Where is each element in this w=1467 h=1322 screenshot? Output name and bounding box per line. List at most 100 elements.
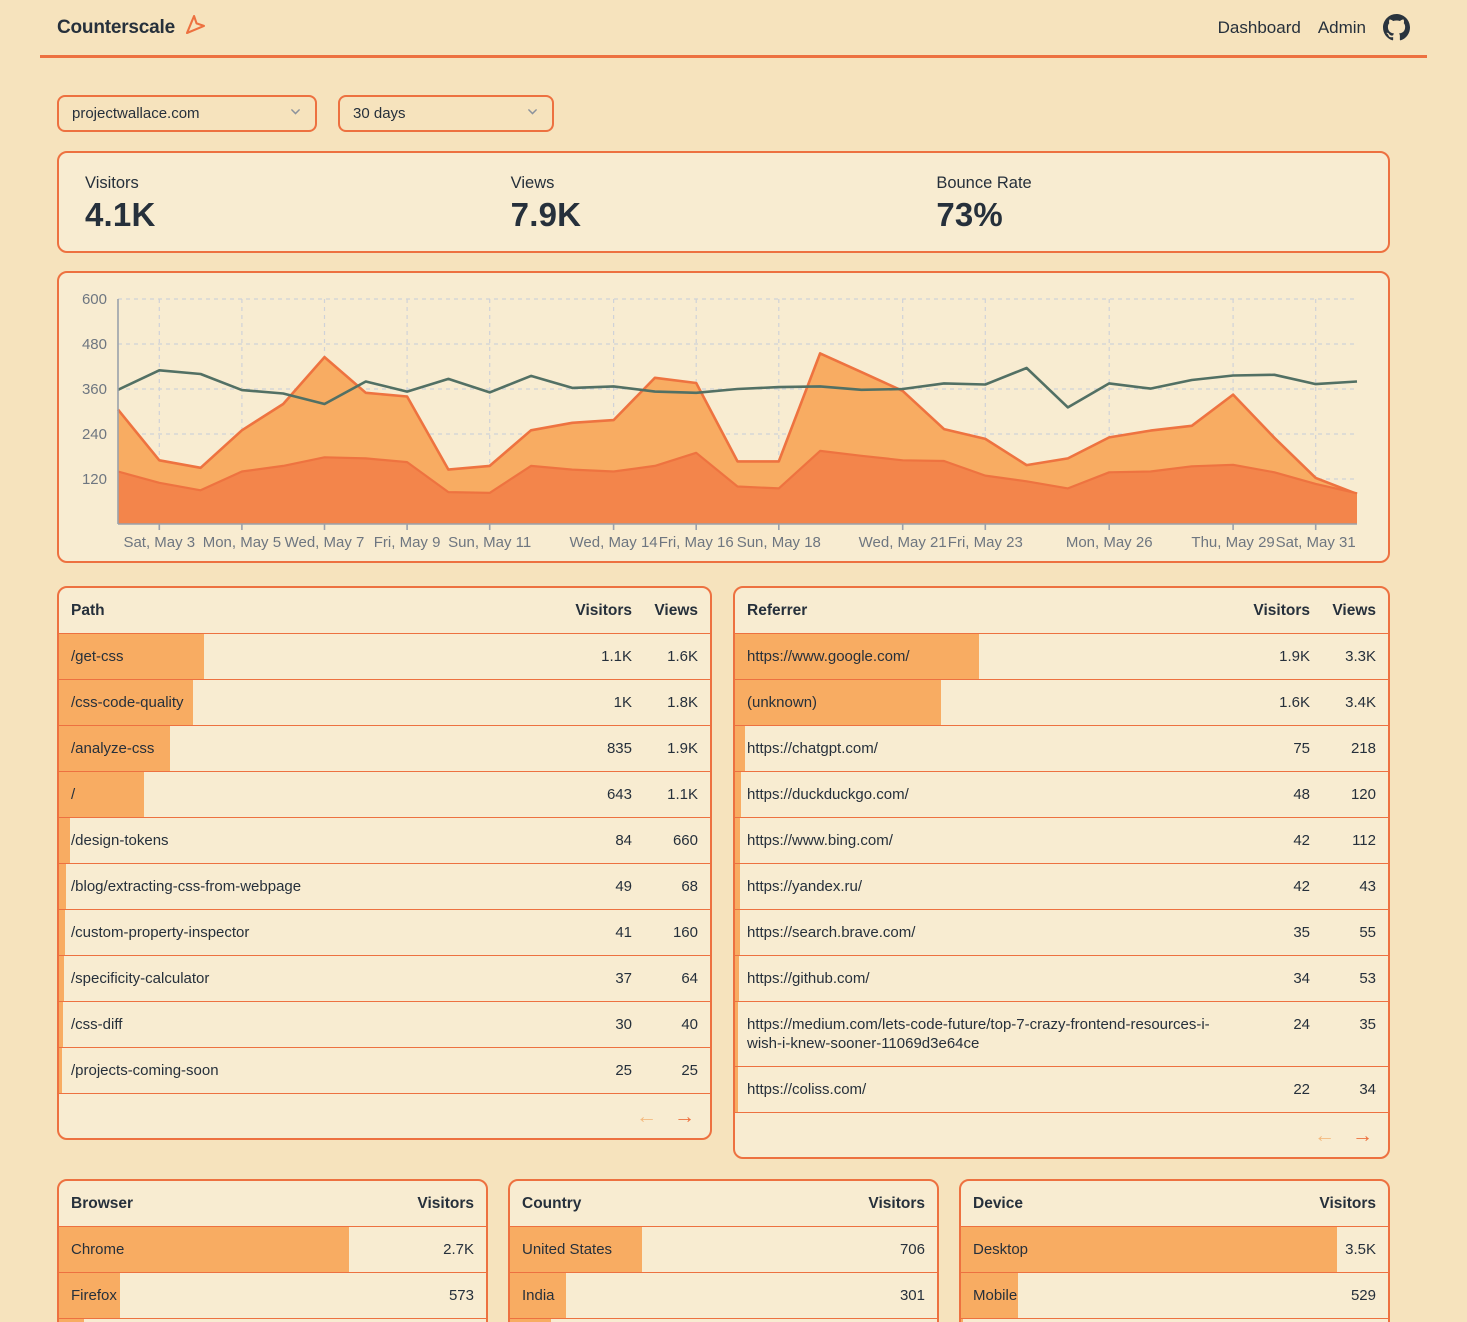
svg-text:Thu, May 29: Thu, May 29 [1191,534,1274,551]
table-row[interactable]: /get-css1.1K1.6K [59,633,710,679]
table-row[interactable]: https://www.google.com/1.9K3.3K [735,633,1388,679]
row-label: https://yandex.ru/ [747,877,1226,896]
stat-label: Bounce Rate [936,174,1362,193]
table-row[interactable]: Spain220 [510,1318,937,1322]
table-pagination: ←→ [735,1112,1388,1157]
table-row[interactable]: /css-diff3040 [59,1001,710,1047]
countries-table-card: CountryVisitorsUnited States706India301S… [508,1179,939,1322]
row-label: https://github.com/ [747,969,1226,988]
row-label: /get-css [71,647,548,666]
brand[interactable]: Counterscale [57,13,207,42]
row-label: /specificity-calculator [71,969,548,988]
github-icon[interactable] [1383,14,1410,41]
table-row[interactable]: United States706 [510,1226,937,1272]
row-label: Chrome [71,1240,382,1259]
svg-text:240: 240 [82,426,107,443]
table-row[interactable]: Desktop3.5K [961,1226,1388,1272]
table-row[interactable]: /projects-coming-soon2525 [59,1047,710,1093]
row-label: Mobile [973,1286,1284,1305]
views-value: 1.1K [632,785,698,804]
column-header: Visitors [548,602,632,620]
table-row[interactable]: https://www.bing.com/42112 [735,817,1388,863]
visitors-value: 301 [833,1286,925,1305]
table-row[interactable]: Firefox573 [59,1272,486,1318]
column-header: Visitors [1226,602,1310,620]
table-row[interactable]: India301 [510,1272,937,1318]
visitors-value: 835 [548,739,632,758]
svg-text:Sat, May 3: Sat, May 3 [123,534,195,551]
cursor-arrow-icon [183,13,207,42]
nav-dashboard-link[interactable]: Dashboard [1218,18,1301,38]
column-header: Visitors [833,1195,925,1213]
views-value: 660 [632,831,698,850]
views-value: 25 [632,1061,698,1080]
table-row[interactable]: /design-tokens84660 [59,817,710,863]
prev-page-arrow-icon[interactable]: ← [636,1106,657,1127]
traffic-chart: 120240360480600Sat, May 3Mon, May 5Wed, … [59,273,1388,561]
visitors-value: 1.6K [1226,693,1310,712]
table-row[interactable]: https://duckduckgo.com/48120 [735,771,1388,817]
visitors-value: 75 [1226,739,1310,758]
visitors-value: 49 [548,877,632,896]
visitors-bar [735,726,745,771]
table-row[interactable]: /custom-property-inspector41160 [59,909,710,955]
visitors-bar [735,772,741,817]
table-row[interactable]: /analyze-css8351.9K [59,725,710,771]
row-label: https://search.brave.com/ [747,923,1226,942]
visitors-value: 25 [548,1061,632,1080]
chevron-down-icon [526,105,539,122]
table-row[interactable]: https://search.brave.com/3555 [735,909,1388,955]
visitors-value: 529 [1284,1286,1376,1305]
views-value: 1.9K [632,739,698,758]
table-row[interactable]: https://github.com/3453 [735,955,1388,1001]
column-header: Views [1310,602,1376,620]
table-row[interactable]: https://chatgpt.com/75218 [735,725,1388,771]
table-row[interactable]: /specificity-calculator3764 [59,955,710,1001]
visitors-bar [735,864,740,909]
views-value: 55 [1310,923,1376,942]
visitors-bar [59,1002,63,1047]
site-select[interactable]: projectwallace.com [57,95,317,132]
brand-name: Counterscale [57,17,175,39]
next-page-arrow-icon[interactable]: → [674,1106,695,1127]
filters-bar: projectwallace.com 30 days [57,95,1390,132]
table-row[interactable]: /css-code-quality1K1.8K [59,679,710,725]
stat-label: Visitors [85,174,511,193]
table-row[interactable]: Tablet14 [961,1318,1388,1322]
table-row[interactable]: /6431.1K [59,771,710,817]
table-row[interactable]: Chrome2.7K [59,1226,486,1272]
table-header: BrowserVisitors [59,1181,486,1226]
visitors-bar [59,864,66,909]
svg-text:Sat, May 31: Sat, May 31 [1276,534,1356,551]
views-value: 218 [1310,739,1376,758]
svg-text:480: 480 [82,336,107,353]
table-row[interactable]: https://coliss.com/2234 [735,1066,1388,1112]
visitors-value: 30 [548,1015,632,1034]
row-label: https://www.bing.com/ [747,831,1226,850]
nav-admin-link[interactable]: Admin [1318,18,1366,38]
table-row[interactable]: Edge231 [59,1318,486,1322]
prev-page-arrow-icon[interactable]: ← [1314,1125,1335,1146]
views-value: 3.3K [1310,647,1376,666]
table-row[interactable]: https://medium.com/lets-code-future/top-… [735,1001,1388,1066]
row-label: Firefox [71,1286,382,1305]
visitors-bar [735,818,740,863]
bottom-tables-row: BrowserVisitorsChrome2.7KFirefox573Edge2… [57,1179,1390,1322]
visitors-bar [59,1048,62,1093]
visitors-value: 1.9K [1226,647,1310,666]
browsers-table-card: BrowserVisitorsChrome2.7KFirefox573Edge2… [57,1179,488,1322]
referrers-table-card: ReferrerVisitorsViewshttps://www.google.… [733,586,1390,1159]
period-select[interactable]: 30 days [338,95,554,132]
table-row[interactable]: (unknown)1.6K3.4K [735,679,1388,725]
visitors-bar [735,910,740,955]
table-row[interactable]: /blog/extracting-css-from-webpage4968 [59,863,710,909]
next-page-arrow-icon[interactable]: → [1352,1125,1373,1146]
row-label: /css-diff [71,1015,548,1034]
table-row[interactable]: Mobile529 [961,1272,1388,1318]
views-value: 1.8K [632,693,698,712]
visitors-value: 84 [548,831,632,850]
table-row[interactable]: https://yandex.ru/4243 [735,863,1388,909]
views-value: 34 [1310,1080,1376,1099]
table-header: PathVisitorsViews [59,588,710,633]
svg-text:120: 120 [82,471,107,488]
